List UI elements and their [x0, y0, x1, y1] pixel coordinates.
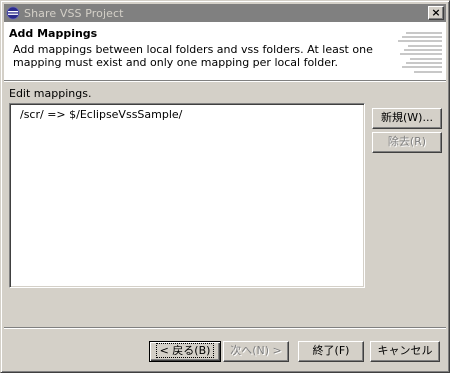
title-bar[interactable]: Share VSS Project × [4, 4, 446, 22]
footer-separator [4, 327, 446, 329]
page-title: Add Mappings [9, 27, 98, 40]
close-icon: × [431, 6, 441, 19]
back-button-label: < 戻る(B) [155, 343, 215, 358]
remove-mapping-button[interactable]: 除去(R) [372, 132, 442, 153]
window-title: Share VSS Project [24, 6, 124, 20]
header-separator [4, 80, 446, 82]
cancel-button[interactable]: キャンセル [370, 341, 440, 362]
close-button[interactable]: × [428, 6, 444, 20]
share-vss-project-dialog: Share VSS Project × Add Mappings Add map… [0, 0, 450, 373]
next-button[interactable]: 次へ(N) > [223, 341, 289, 362]
page-description: Add mappings between local folders and v… [13, 43, 373, 69]
finish-button[interactable]: 終了(F) [298, 341, 364, 362]
mappings-list[interactable]: /scr/ => $/EclipseVssSample/ [9, 103, 365, 288]
wizard-header: Add Mappings Add mappings between local … [4, 22, 446, 80]
new-mapping-button[interactable]: 新規(W)... [372, 108, 442, 129]
edit-mappings-label: Edit mappings. [9, 87, 92, 100]
list-item[interactable]: /scr/ => $/EclipseVssSample/ [20, 108, 182, 121]
eclipse-icon [6, 6, 20, 20]
wizard-banner-icon [388, 26, 444, 76]
back-button[interactable]: < 戻る(B) [149, 341, 221, 362]
